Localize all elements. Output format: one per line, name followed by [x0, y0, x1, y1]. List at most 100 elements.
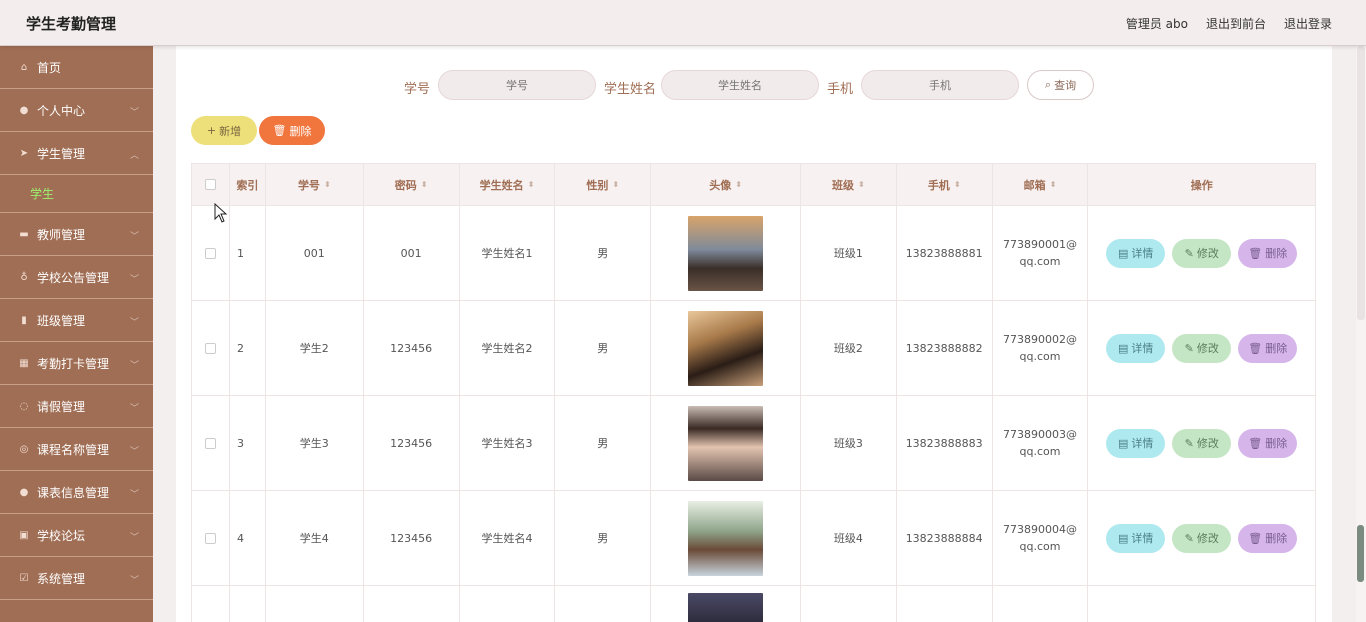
sidebar-item-label: 个人中心	[37, 103, 86, 118]
table-header: 索引 学号 ⬍ 密码 ⬍ 学生姓名 ⬍ 性别 ⬍ 头像 ⬍ 班级 ⬍ 手机 ⬍ 邮箱 ⬍ 操作	[192, 164, 1315, 206]
sidebar-item-schedule[interactable]: ● 课表信息管理 ﹀	[0, 471, 153, 514]
sidebar-item-courses[interactable]: ◎ 课程名称管理 ﹀	[0, 428, 153, 471]
avatar-image[interactable]	[688, 215, 764, 291]
student-name-input[interactable]	[661, 70, 819, 100]
admin-user-link[interactable]: 管理员 abo	[1126, 15, 1188, 32]
row-password: 123456	[364, 491, 460, 585]
search-button[interactable]: ⌕ 查询	[1027, 70, 1094, 100]
pencil-icon: ✎	[1184, 531, 1194, 545]
row-email: 773890004@qq.com	[1003, 523, 1077, 553]
sidebar-item-attendance[interactable]: ▦ 考勤打卡管理 ﹀	[0, 342, 153, 385]
detail-button[interactable]: ▤ 详情	[1106, 333, 1166, 363]
delete-button[interactable]: 🗑 删除	[1238, 333, 1298, 363]
pencil-icon: ✎	[1184, 341, 1194, 355]
sidebar-item-label: 学校公告管理	[37, 270, 110, 285]
sidebar-item-classes[interactable]: ▮ 班级管理 ﹀	[0, 299, 153, 342]
header-no[interactable]: 学号 ⬍	[266, 164, 364, 205]
detail-button[interactable]: ▤ 详情	[1106, 238, 1166, 268]
row-phone: 13823888882	[897, 301, 993, 395]
chevron-down-icon: ﹀	[129, 361, 139, 371]
chevron-down-icon: ﹀	[129, 404, 139, 414]
delete-button[interactable]: 🗑 删除	[1238, 238, 1298, 268]
avatar-image[interactable]	[688, 405, 764, 481]
sidebar-item-label: 首页	[37, 60, 62, 75]
row-checkbox[interactable]	[204, 342, 216, 354]
sidebar-item-students[interactable]: ➤ 学生管理 ︿	[0, 132, 153, 175]
sidebar-item-teachers[interactable]: ▬ 教师管理 ﹀	[0, 213, 153, 256]
header-phone[interactable]: 手机 ⬍	[897, 164, 993, 205]
header-avatar[interactable]: 头像 ⬍	[651, 164, 801, 205]
sort-icon: ⬍	[527, 180, 535, 189]
search-bar: 学号 学生姓名 手机 ⌕查询	[176, 70, 1332, 102]
sidebar-item-label: 考勤打卡管理	[37, 356, 110, 371]
trash-icon: 🗑	[1248, 341, 1263, 355]
sidebar-item-profile[interactable]: ● 个人中心 ﹀	[0, 89, 153, 132]
row-checkbox[interactable]	[204, 532, 216, 544]
row-password: 001	[364, 206, 460, 300]
sidebar-item-label: 课表信息管理	[37, 485, 110, 500]
select-all-checkbox[interactable]	[204, 179, 216, 190]
sidebar-item-leave[interactable]: ◌ 请假管理 ﹀	[0, 385, 153, 428]
phone-input[interactable]	[861, 70, 1019, 100]
avatar-image[interactable]	[688, 593, 764, 622]
header-sex[interactable]: 性别 ⬍	[555, 164, 652, 205]
leave-icon: ◌	[19, 400, 29, 412]
batch-delete-button[interactable]: 🗑 删除	[259, 116, 325, 145]
header-class[interactable]: 班级 ⬍	[801, 164, 897, 205]
add-button[interactable]: + 新增	[191, 116, 257, 145]
row-no: 学生3	[266, 396, 364, 490]
student-table: 索引 学号 ⬍ 密码 ⬍ 学生姓名 ⬍ 性别 ⬍ 头像 ⬍ 班级 ⬍ 手机 ⬍ 邮箱 ⬍ 操作 …	[191, 163, 1316, 622]
edit-button[interactable]: ✎ 修改	[1172, 428, 1232, 458]
avatar-image[interactable]	[688, 310, 764, 386]
chevron-down-icon: ﹀	[129, 232, 139, 242]
document-icon: ▤	[1118, 436, 1129, 450]
sidebar-item-forum[interactable]: ▣ 学校论坛 ﹀	[0, 514, 153, 557]
table-row: 2 学生2 123456 学生姓名2 男 班级2 13823888882 773…	[192, 301, 1315, 396]
send-icon: ➤	[19, 147, 29, 159]
sidebar-subitem-student[interactable]: 学生	[0, 175, 153, 213]
row-index: 2	[230, 301, 266, 395]
row-no: 001	[266, 206, 364, 300]
row-name: 学生姓名4	[460, 491, 556, 585]
logout-link[interactable]: 退出登录	[1284, 15, 1332, 32]
row-index: 3	[230, 396, 266, 490]
row-sex: 男	[555, 301, 652, 395]
sidebar-item-announcements[interactable]: ♁ 学校公告管理 ﹀	[0, 256, 153, 299]
row-checkbox[interactable]	[204, 247, 216, 259]
header-name[interactable]: 学生姓名 ⬍	[460, 164, 556, 205]
row-no: 学生4	[266, 491, 364, 585]
edit-button[interactable]: ✎ 修改	[1172, 523, 1232, 553]
header-password[interactable]: 密码 ⬍	[364, 164, 460, 205]
row-name: 学生姓名2	[460, 301, 556, 395]
row-class: 班级2	[801, 301, 897, 395]
sidebar-item-label: 班级管理	[37, 313, 86, 328]
home-icon: ⌂	[20, 61, 28, 73]
sidebar: ⌂ 首页 ● 个人中心 ﹀ ➤ 学生管理 ︿ 学生 ▬ 教师管理 ﹀ ♁ 学校公告管理 ﹀ ▮ 班级…	[0, 46, 153, 622]
avatar-image[interactable]	[688, 500, 764, 576]
sidebar-item-system[interactable]: ☑ 系统管理 ﹀	[0, 557, 153, 600]
chevron-down-icon: ﹀	[129, 533, 139, 543]
row-email: 773890003@qq.com	[1003, 428, 1077, 458]
bulb-icon: ●	[19, 486, 29, 498]
sidebar-item-label: 学生管理	[37, 146, 86, 161]
header-email[interactable]: 邮箱 ⬍	[993, 164, 1089, 205]
delete-button[interactable]: 🗑 删除	[1238, 523, 1298, 553]
calendar-icon: ▦	[19, 357, 29, 369]
back-to-frontend-link[interactable]: 退出到前台	[1206, 15, 1266, 32]
detail-button[interactable]: ▤ 详情	[1106, 428, 1166, 458]
detail-button[interactable]: ▤ 详情	[1106, 523, 1166, 553]
student-no-input[interactable]	[438, 70, 596, 100]
row-class: 班级4	[801, 491, 897, 585]
delete-button[interactable]: 🗑 删除	[1238, 428, 1298, 458]
row-no: 学生2	[266, 301, 364, 395]
scrollbar-thumb[interactable]	[1357, 525, 1364, 582]
sort-icon: ⬍	[857, 180, 865, 189]
sidebar-item-home[interactable]: ⌂ 首页	[0, 46, 153, 89]
row-checkbox[interactable]	[204, 437, 216, 449]
sort-icon: ⬍	[420, 180, 428, 189]
edit-button[interactable]: ✎ 修改	[1172, 238, 1232, 268]
scrollbar-top-thumb[interactable]	[1357, 46, 1365, 320]
pencil-icon: ✎	[1184, 246, 1194, 260]
row-sex: 男	[555, 206, 652, 300]
edit-button[interactable]: ✎ 修改	[1172, 333, 1232, 363]
